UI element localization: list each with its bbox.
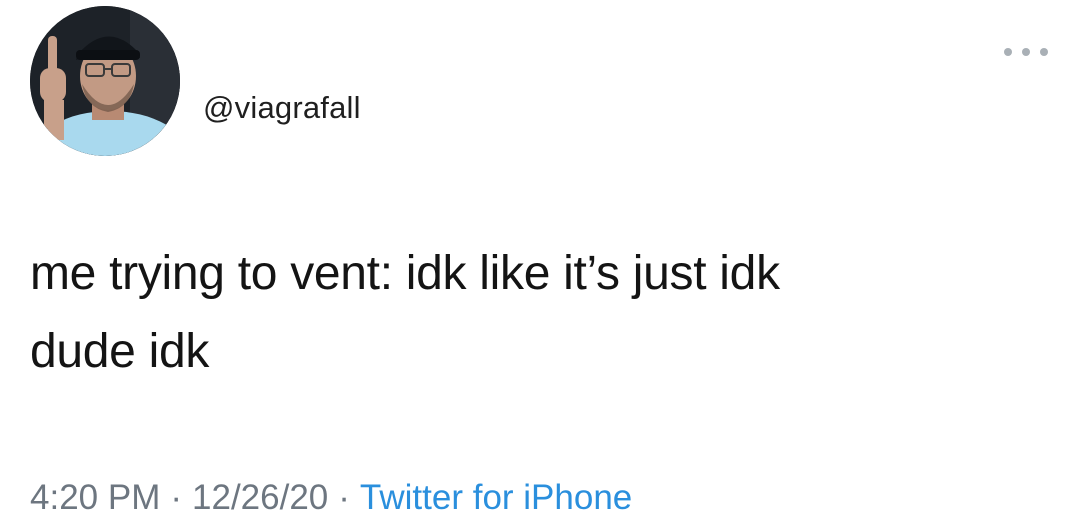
meta-separator: · bbox=[170, 478, 183, 517]
tweet-card: @viagrafall me trying to vent: idk like … bbox=[0, 0, 1080, 530]
more-options-icon[interactable] bbox=[1004, 44, 1048, 60]
tweet-date[interactable]: 12/26/20 bbox=[192, 478, 328, 517]
tweet-source-link[interactable]: Twitter for iPhone bbox=[360, 478, 632, 517]
more-dot bbox=[1022, 48, 1030, 56]
meta-separator: · bbox=[338, 478, 350, 517]
more-dot bbox=[1040, 48, 1048, 56]
tweet-metadata: 4:20 PM · 12/26/20 · Twitter for iPhone bbox=[30, 478, 632, 518]
avatar-photo bbox=[30, 6, 180, 156]
tweet-time[interactable]: 4:20 PM bbox=[30, 478, 160, 517]
user-handle[interactable]: @viagrafall bbox=[203, 90, 361, 126]
tweet-text: me trying to vent: idk like it’s just id… bbox=[30, 247, 780, 378]
avatar[interactable] bbox=[30, 6, 180, 156]
more-dot bbox=[1004, 48, 1012, 56]
